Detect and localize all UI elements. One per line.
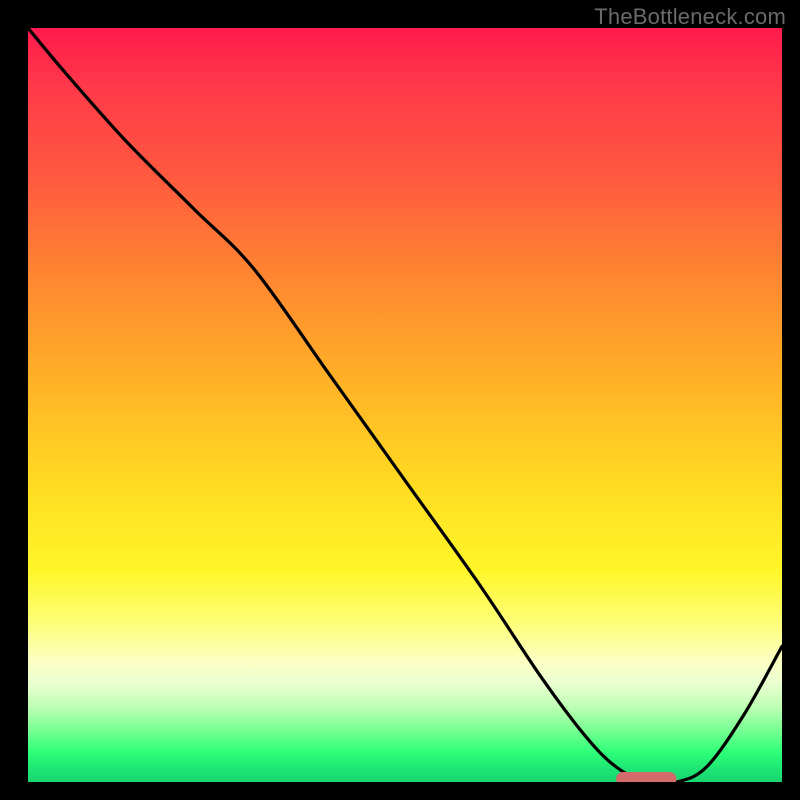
optimal-marker — [616, 772, 676, 782]
plot-area — [28, 28, 782, 782]
chart-frame: TheBottleneck.com — [0, 0, 800, 800]
watermark-text: TheBottleneck.com — [594, 4, 786, 30]
bottleneck-curve — [28, 28, 782, 782]
chart-svg — [28, 28, 782, 782]
